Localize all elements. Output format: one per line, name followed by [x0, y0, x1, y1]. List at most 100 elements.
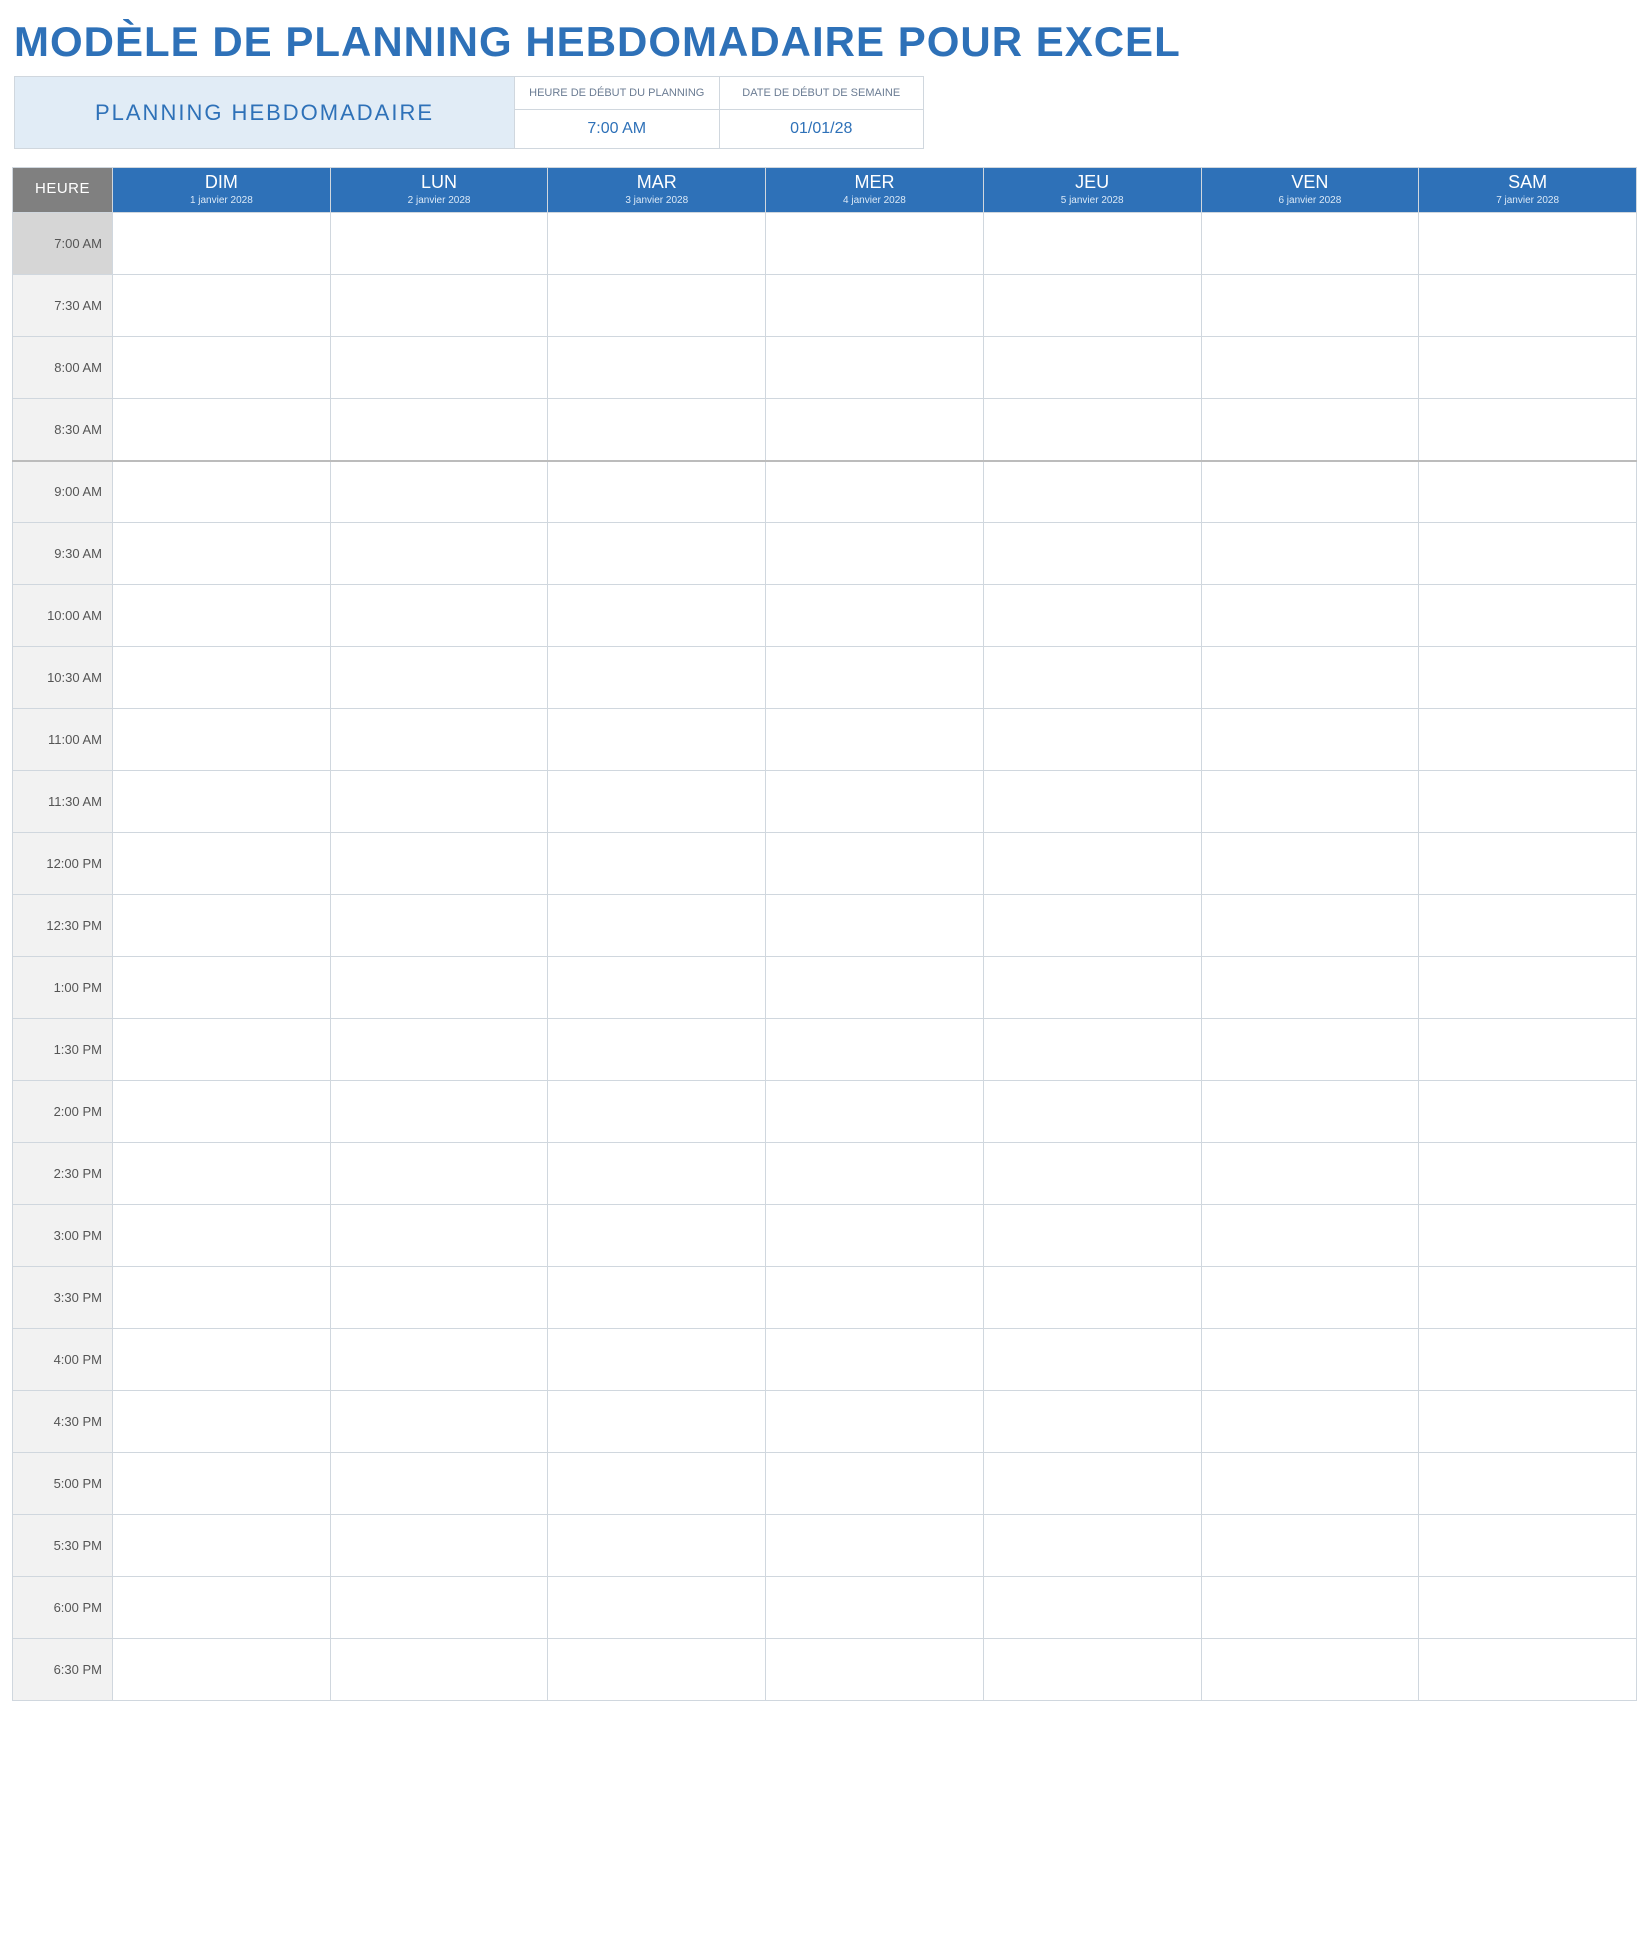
schedule-cell[interactable]: [1419, 1577, 1637, 1639]
schedule-cell[interactable]: [766, 399, 984, 461]
schedule-cell[interactable]: [1419, 1329, 1637, 1391]
schedule-cell[interactable]: [1201, 523, 1419, 585]
start-time-value[interactable]: 7:00 AM: [515, 110, 719, 148]
schedule-cell[interactable]: [548, 1081, 766, 1143]
schedule-cell[interactable]: [766, 895, 984, 957]
schedule-cell[interactable]: [548, 523, 766, 585]
schedule-cell[interactable]: [766, 1577, 984, 1639]
schedule-cell[interactable]: [330, 833, 548, 895]
schedule-cell[interactable]: [113, 461, 331, 523]
schedule-cell[interactable]: [1201, 1019, 1419, 1081]
schedule-cell[interactable]: [113, 895, 331, 957]
schedule-cell[interactable]: [766, 771, 984, 833]
schedule-cell[interactable]: [113, 399, 331, 461]
schedule-cell[interactable]: [1419, 957, 1637, 1019]
schedule-cell[interactable]: [330, 1329, 548, 1391]
schedule-cell[interactable]: [548, 1453, 766, 1515]
schedule-cell[interactable]: [113, 275, 331, 337]
schedule-cell[interactable]: [1419, 1391, 1637, 1453]
schedule-cell[interactable]: [1201, 399, 1419, 461]
schedule-cell[interactable]: [983, 1577, 1201, 1639]
schedule-cell[interactable]: [983, 647, 1201, 709]
schedule-cell[interactable]: [548, 399, 766, 461]
schedule-cell[interactable]: [1201, 1515, 1419, 1577]
schedule-cell[interactable]: [1201, 1639, 1419, 1701]
schedule-cell[interactable]: [548, 1577, 766, 1639]
schedule-cell[interactable]: [113, 1515, 331, 1577]
schedule-cell[interactable]: [766, 585, 984, 647]
schedule-cell[interactable]: [1419, 709, 1637, 771]
schedule-cell[interactable]: [766, 1267, 984, 1329]
schedule-cell[interactable]: [1201, 1081, 1419, 1143]
schedule-cell[interactable]: [983, 275, 1201, 337]
schedule-cell[interactable]: [1419, 895, 1637, 957]
schedule-cell[interactable]: [766, 337, 984, 399]
schedule-cell[interactable]: [983, 337, 1201, 399]
schedule-cell[interactable]: [983, 895, 1201, 957]
schedule-cell[interactable]: [766, 957, 984, 1019]
schedule-cell[interactable]: [330, 1205, 548, 1267]
schedule-cell[interactable]: [113, 1019, 331, 1081]
schedule-cell[interactable]: [113, 1577, 331, 1639]
schedule-cell[interactable]: [113, 647, 331, 709]
schedule-cell[interactable]: [548, 957, 766, 1019]
schedule-cell[interactable]: [983, 1453, 1201, 1515]
schedule-cell[interactable]: [1201, 957, 1419, 1019]
schedule-cell[interactable]: [330, 709, 548, 771]
schedule-cell[interactable]: [1201, 337, 1419, 399]
schedule-cell[interactable]: [983, 1515, 1201, 1577]
schedule-cell[interactable]: [330, 1577, 548, 1639]
schedule-cell[interactable]: [548, 275, 766, 337]
schedule-cell[interactable]: [1201, 1577, 1419, 1639]
schedule-cell[interactable]: [766, 1143, 984, 1205]
schedule-cell[interactable]: [1201, 709, 1419, 771]
schedule-cell[interactable]: [330, 1515, 548, 1577]
schedule-cell[interactable]: [766, 461, 984, 523]
schedule-cell[interactable]: [1419, 275, 1637, 337]
schedule-cell[interactable]: [1201, 275, 1419, 337]
schedule-cell[interactable]: [330, 213, 548, 275]
schedule-cell[interactable]: [113, 771, 331, 833]
schedule-cell[interactable]: [330, 957, 548, 1019]
schedule-cell[interactable]: [1201, 771, 1419, 833]
schedule-cell[interactable]: [1419, 213, 1637, 275]
schedule-cell[interactable]: [1419, 523, 1637, 585]
schedule-cell[interactable]: [113, 957, 331, 1019]
schedule-cell[interactable]: [766, 1515, 984, 1577]
schedule-cell[interactable]: [766, 709, 984, 771]
schedule-cell[interactable]: [983, 1267, 1201, 1329]
schedule-cell[interactable]: [548, 1391, 766, 1453]
schedule-cell[interactable]: [1201, 1267, 1419, 1329]
schedule-cell[interactable]: [1201, 1205, 1419, 1267]
schedule-cell[interactable]: [330, 647, 548, 709]
schedule-cell[interactable]: [983, 523, 1201, 585]
schedule-cell[interactable]: [548, 337, 766, 399]
schedule-cell[interactable]: [983, 213, 1201, 275]
schedule-cell[interactable]: [113, 1267, 331, 1329]
schedule-cell[interactable]: [1419, 1453, 1637, 1515]
schedule-cell[interactable]: [548, 647, 766, 709]
schedule-cell[interactable]: [113, 1453, 331, 1515]
schedule-cell[interactable]: [1419, 1639, 1637, 1701]
schedule-cell[interactable]: [983, 1019, 1201, 1081]
schedule-cell[interactable]: [330, 1019, 548, 1081]
schedule-cell[interactable]: [548, 1515, 766, 1577]
schedule-cell[interactable]: [1419, 833, 1637, 895]
schedule-cell[interactable]: [330, 337, 548, 399]
schedule-cell[interactable]: [548, 771, 766, 833]
schedule-cell[interactable]: [766, 833, 984, 895]
schedule-cell[interactable]: [548, 1329, 766, 1391]
schedule-cell[interactable]: [1419, 1143, 1637, 1205]
schedule-cell[interactable]: [1419, 1515, 1637, 1577]
schedule-cell[interactable]: [983, 1205, 1201, 1267]
schedule-cell[interactable]: [548, 709, 766, 771]
schedule-cell[interactable]: [330, 1143, 548, 1205]
schedule-cell[interactable]: [1201, 833, 1419, 895]
start-date-value[interactable]: 01/01/28: [719, 110, 924, 148]
schedule-cell[interactable]: [983, 771, 1201, 833]
schedule-cell[interactable]: [113, 833, 331, 895]
schedule-cell[interactable]: [766, 1391, 984, 1453]
schedule-cell[interactable]: [548, 1639, 766, 1701]
schedule-cell[interactable]: [1419, 461, 1637, 523]
schedule-cell[interactable]: [983, 957, 1201, 1019]
